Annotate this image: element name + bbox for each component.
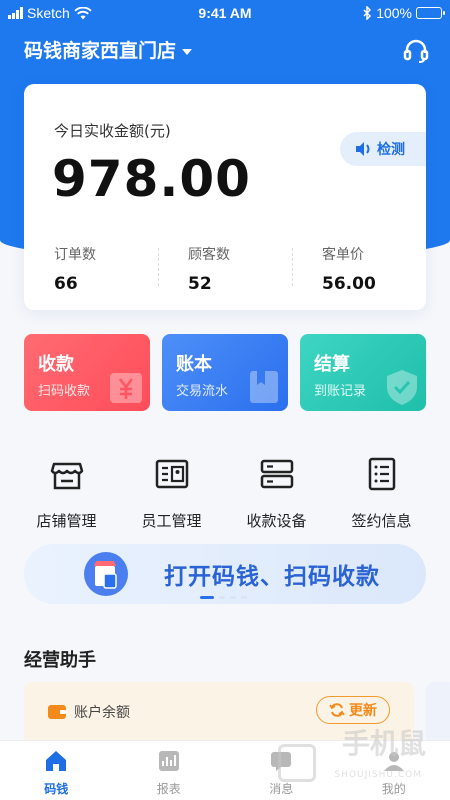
tab-reports[interactable]: 报表 — [113, 741, 226, 800]
store-selector[interactable]: 码钱商家西直门店 — [24, 34, 430, 68]
summary-amount: 978.00 — [52, 150, 251, 208]
detect-button[interactable]: 检测 — [340, 132, 426, 166]
stat-avg-price: 客单价 56.00 — [292, 244, 426, 294]
quick-contract-info[interactable]: 签约信息 — [332, 456, 432, 531]
tab-label: 码钱 — [44, 782, 69, 796]
stat-label: 顾客数 — [188, 247, 230, 263]
shield-check-icon — [387, 370, 417, 405]
banner-text: 打开码钱、扫码收款 — [164, 564, 380, 590]
user-icon — [383, 752, 404, 771]
tab-bar: 码钱 报表 消息 我的 — [0, 740, 450, 800]
card-collect[interactable]: 收款 扫码收款 — [24, 334, 150, 411]
stat-value: 52 — [188, 274, 212, 294]
stat-value: 56.00 — [322, 274, 376, 294]
battery-icon — [416, 7, 445, 19]
wallet-icon — [48, 705, 66, 719]
refresh-label: 更新 — [349, 703, 377, 719]
balance-label: 账户余额 — [74, 705, 130, 721]
quick-label: 员工管理 — [141, 512, 202, 530]
quick-label: 收款设备 — [246, 512, 307, 530]
quick-label: 签约信息 — [351, 512, 412, 530]
quick-payment-devices[interactable]: 收款设备 — [227, 456, 327, 531]
card-settlement[interactable]: 结算 到账记录 — [300, 334, 426, 411]
quick-staff-management[interactable]: 员工管理 — [122, 456, 222, 531]
today-summary-card: 今日实收金额(元) 978.00 检测 订单数 66 顾客数 52 客单价 56… — [24, 84, 426, 310]
feature-cards: 收款 扫码收款 账本 交易流水 结算 到账记录 — [24, 334, 426, 411]
quick-label: 店铺管理 — [36, 512, 97, 530]
tab-home[interactable]: 码钱 — [0, 741, 113, 800]
stat-orders: 订单数 66 — [24, 244, 158, 294]
speaker-icon — [356, 142, 370, 156]
stat-label: 客单价 — [322, 247, 364, 263]
section-title: 经营助手 — [24, 650, 96, 671]
card-ledger[interactable]: 账本 交易流水 — [162, 334, 288, 411]
book-icon — [250, 371, 278, 403]
store-icon — [50, 462, 83, 490]
tab-label: 我的 — [381, 782, 406, 796]
chart-icon — [158, 751, 179, 771]
id-card-icon — [155, 459, 188, 489]
tab-messages[interactable]: 消息 — [225, 741, 338, 800]
quick-store-management[interactable]: 店铺管理 — [17, 456, 117, 531]
stat-label: 订单数 — [54, 247, 96, 263]
home-icon — [46, 751, 67, 771]
summary-title: 今日实收金额(元) — [54, 122, 171, 140]
store-name: 码钱商家西直门店 — [24, 40, 177, 62]
tab-profile[interactable]: 我的 — [338, 741, 450, 800]
carousel-dots — [200, 596, 247, 599]
headset-icon[interactable] — [402, 37, 430, 65]
shop-badge-icon — [84, 552, 128, 596]
tab-label: 报表 — [156, 782, 181, 796]
caret-down-icon — [182, 49, 193, 55]
promo-banner[interactable]: 打开码钱、扫码收款 — [24, 544, 426, 604]
battery-percent: 100% — [376, 5, 412, 21]
message-icon — [271, 752, 292, 771]
detect-label: 检测 — [377, 142, 405, 158]
device-icon — [260, 459, 293, 489]
yen-icon — [110, 373, 142, 403]
document-icon — [368, 457, 395, 491]
stat-customers: 顾客数 52 — [158, 244, 292, 294]
summary-stats: 订单数 66 顾客数 52 客单价 56.00 — [24, 244, 426, 294]
refresh-button[interactable]: 更新 — [316, 696, 390, 724]
bluetooth-icon — [363, 6, 372, 20]
stat-value: 66 — [54, 274, 78, 294]
app-header: 码钱商家西直门店 — [24, 34, 430, 68]
quick-actions: 店铺管理 员工管理 收款设备 签约信息 — [14, 456, 434, 531]
refresh-icon — [329, 703, 345, 717]
status-bar: Sketch 9:41 AM 100% — [0, 0, 450, 28]
tab-label: 消息 — [269, 782, 294, 796]
